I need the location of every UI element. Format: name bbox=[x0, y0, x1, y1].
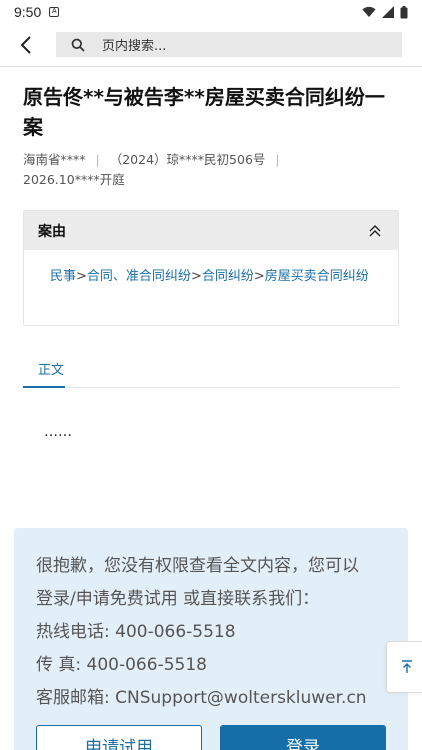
cause-link-contract-quasi[interactable]: 合同、准合同纠纷 bbox=[87, 269, 191, 284]
wifi-icon bbox=[362, 6, 376, 17]
path-separator: > bbox=[76, 269, 87, 284]
cause-link-house-sale[interactable]: 房屋买卖合同纠纷 bbox=[265, 269, 369, 284]
status-time: 9:50 bbox=[14, 4, 42, 20]
tab-indicator bbox=[23, 386, 65, 388]
cause-label: 案由 bbox=[38, 223, 66, 240]
status-bar: 9:50 A bbox=[0, 0, 422, 24]
notification-icon: A bbox=[49, 7, 60, 17]
path-separator: > bbox=[190, 269, 202, 284]
hearing-date: 2026.10****开庭 bbox=[23, 172, 125, 187]
signal-icon bbox=[382, 6, 394, 18]
page-title: 原告佟**与被告李**房屋买卖合同纠纷一案 bbox=[23, 85, 385, 139]
back-button[interactable] bbox=[0, 24, 52, 67]
apply-trial-button[interactable]: 申请试用 bbox=[36, 725, 202, 750]
tab-bar: 正文 bbox=[23, 350, 399, 388]
cause-link-civil[interactable]: 民事 bbox=[50, 269, 76, 284]
cause-header[interactable]: 案由 bbox=[24, 211, 398, 250]
court-name: 海南省**** bbox=[23, 152, 86, 167]
search-input[interactable]: 页内搜索... bbox=[56, 32, 402, 57]
cause-card: 案由 民事>合同、准合同纠纷>合同纠纷>房屋买卖合同纠纷 bbox=[23, 210, 399, 326]
search-icon bbox=[70, 37, 86, 53]
notice-line: 登录/申请免费试用 或直接联系我们： bbox=[36, 589, 320, 609]
search-placeholder: 页内搜索... bbox=[102, 39, 167, 54]
tab-main-text[interactable]: 正文 bbox=[23, 350, 65, 388]
notice-fax: 传 真: 400-066-5518 bbox=[36, 655, 207, 675]
case-number: （2024）琼****民初506号 bbox=[109, 152, 266, 167]
cause-path: 民事>合同、准合同纠纷>合同纠纷>房屋买卖合同纠纷 bbox=[24, 250, 398, 285]
path-separator: > bbox=[253, 269, 265, 284]
case-meta: 海南省**** | （2024）琼****民初506号 | 2026.10****开庭 bbox=[23, 150, 403, 190]
body-text: …… bbox=[44, 424, 72, 440]
arrow-to-top-icon bbox=[401, 660, 412, 673]
permission-notice: 很抱歉，您没有权限查看全文内容，您可以 登录/申请免费试用 或直接联系我们： 热… bbox=[14, 528, 408, 750]
meta-divider: | bbox=[95, 152, 100, 167]
notice-email: 客服邮箱: CNSupport@wolterskluwer.cn bbox=[36, 688, 367, 708]
back-to-top-button[interactable] bbox=[386, 641, 422, 693]
collapse-icon[interactable] bbox=[366, 222, 384, 240]
tab-label: 正文 bbox=[38, 363, 65, 378]
cause-link-contract-dispute[interactable]: 合同纠纷 bbox=[202, 269, 254, 284]
back-arrow-icon bbox=[20, 36, 31, 54]
top-bar: 页内搜索... bbox=[0, 24, 422, 67]
notice-buttons: 申请试用 登录 bbox=[36, 725, 386, 750]
status-icons bbox=[362, 5, 408, 19]
notice-line: 很抱歉，您没有权限查看全文内容，您可以 bbox=[36, 556, 359, 576]
notice-hotline: 热线电话: 400-066-5518 bbox=[36, 622, 236, 642]
login-button[interactable]: 登录 bbox=[220, 725, 386, 750]
battery-icon bbox=[400, 5, 408, 18]
meta-divider: | bbox=[275, 152, 280, 167]
